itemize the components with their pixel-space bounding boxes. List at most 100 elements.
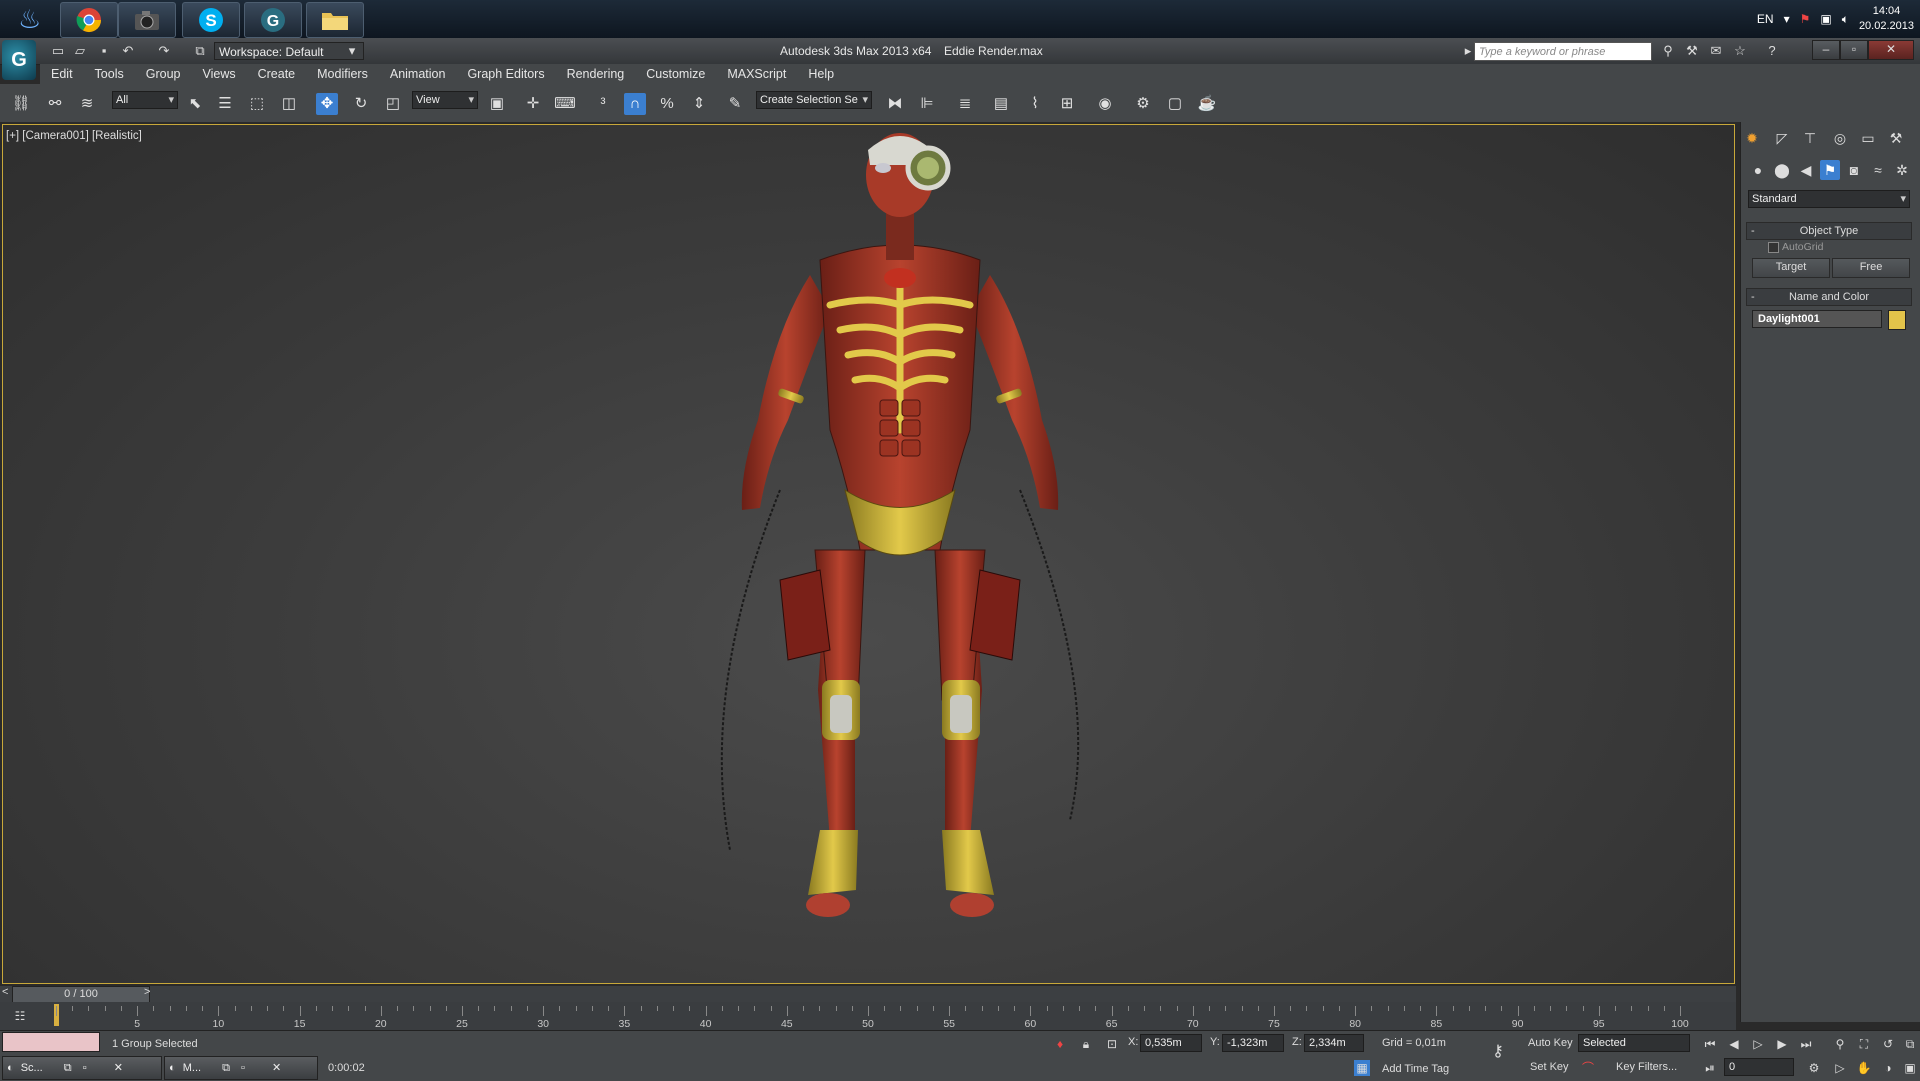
menu-modifiers[interactable]: Modifiers bbox=[306, 64, 379, 84]
select-object-icon[interactable]: ⬉ bbox=[184, 93, 206, 115]
default-in-out-tangents-icon[interactable]: ⌒ bbox=[1580, 1060, 1596, 1076]
set-key-button[interactable]: Set Key bbox=[1530, 1058, 1569, 1076]
binoculars-icon[interactable]: ⚲ bbox=[1660, 43, 1676, 59]
auto-key-button[interactable]: Auto Key bbox=[1528, 1034, 1573, 1052]
bind-space-warp-icon[interactable]: ≋ bbox=[76, 93, 98, 115]
angle-snap-icon[interactable]: ∩ bbox=[624, 93, 646, 115]
go-to-end-icon[interactable]: ⏭︎ bbox=[1798, 1036, 1814, 1052]
select-and-scale-icon[interactable]: ◰ bbox=[382, 93, 404, 115]
folder-icon[interactable] bbox=[306, 2, 364, 38]
select-and-link-icon[interactable]: ⛓ bbox=[10, 93, 32, 115]
mini-curve-editor-icon[interactable]: ☷ bbox=[12, 1008, 28, 1024]
maximize-button[interactable]: ▫ bbox=[1840, 40, 1868, 60]
helpers-category-icon[interactable]: ◙ bbox=[1844, 160, 1864, 180]
graphite-toolset-icon[interactable]: ▤ bbox=[990, 93, 1012, 115]
key-mode-toggle-icon[interactable]: ⏯︎ bbox=[1702, 1060, 1718, 1076]
material-editor-icon[interactable]: ◉ bbox=[1094, 93, 1116, 115]
workspace-dropdown[interactable]: Workspace: Default bbox=[214, 42, 364, 60]
pivot-center-icon[interactable]: ▣ bbox=[486, 93, 508, 115]
go-to-start-icon[interactable]: ⏮︎ bbox=[1702, 1036, 1718, 1052]
reference-coordinate-dropdown[interactable]: View bbox=[412, 91, 478, 109]
object-category-dropdown[interactable]: Standard bbox=[1748, 190, 1910, 208]
subscription-icon[interactable]: ⚒ bbox=[1684, 43, 1700, 59]
motion-tab-icon[interactable]: ◎ bbox=[1830, 128, 1850, 148]
open-file-icon[interactable]: ▱ bbox=[72, 43, 88, 59]
application-button-icon[interactable]: G bbox=[2, 40, 36, 80]
object-type-rollout[interactable]: - Object Type bbox=[1746, 222, 1912, 240]
maximize-icon[interactable]: ▫ bbox=[233, 1062, 245, 1074]
name-and-color-rollout[interactable]: - Name and Color bbox=[1746, 288, 1912, 306]
camera-app-icon[interactable] bbox=[118, 2, 176, 38]
set-key-icon[interactable]: ⚷ bbox=[1490, 1044, 1506, 1060]
tray-chevron-icon[interactable]: ▾ bbox=[1784, 12, 1790, 26]
current-frame-field[interactable]: 0 bbox=[1724, 1058, 1794, 1076]
pan-icon[interactable]: ✋ bbox=[1856, 1060, 1872, 1076]
shapes-category-icon[interactable]: ⬤ bbox=[1772, 160, 1792, 180]
maximize-toggle-icon[interactable]: ▣ bbox=[1902, 1060, 1918, 1076]
menu-edit[interactable]: Edit bbox=[40, 64, 84, 84]
object-color-swatch[interactable] bbox=[1888, 310, 1906, 330]
menu-tools[interactable]: Tools bbox=[84, 64, 135, 84]
maxscript-listener[interactable] bbox=[2, 1032, 100, 1052]
minimized-window-2[interactable]: ◐ M... ⧉ ▫ ✕ bbox=[164, 1056, 318, 1080]
named-selection-dropdown[interactable]: Create Selection Se bbox=[756, 91, 872, 109]
favorites-star-icon[interactable]: ☆ bbox=[1732, 43, 1748, 59]
object-name-field[interactable]: Daylight001 bbox=[1752, 310, 1882, 328]
time-slider-thumb[interactable]: 0 / 100 bbox=[12, 986, 150, 1003]
add-time-tag[interactable]: Add Time Tag bbox=[1382, 1060, 1449, 1078]
keyboard-shortcut-override-icon[interactable]: ⌨ bbox=[554, 93, 576, 115]
menu-help[interactable]: Help bbox=[797, 64, 845, 84]
project-folder-icon[interactable]: ⧉ bbox=[192, 43, 208, 59]
menu-animation[interactable]: Animation bbox=[379, 64, 457, 84]
language-indicator[interactable]: EN bbox=[1757, 12, 1774, 26]
minimized-window-1[interactable]: ◐ Sc... ⧉ ▫ ✕ bbox=[2, 1056, 162, 1080]
close-icon[interactable]: ✕ bbox=[248, 1062, 281, 1074]
time-slider-prev-icon[interactable]: < bbox=[2, 986, 8, 998]
maximize-icon[interactable]: ▫ bbox=[75, 1062, 87, 1074]
3ds-max-icon[interactable]: G bbox=[244, 2, 302, 38]
z-coordinate-field[interactable]: 2,334m bbox=[1304, 1034, 1364, 1052]
menu-views[interactable]: Views bbox=[191, 64, 246, 84]
communication-icon[interactable]: ✉ bbox=[1708, 43, 1724, 59]
start-flame-icon[interactable]: ♨ bbox=[18, 4, 41, 34]
redo-icon[interactable]: ↷ bbox=[156, 43, 172, 59]
y-coordinate-field[interactable]: -1,323m bbox=[1222, 1034, 1284, 1052]
lights-category-icon[interactable]: ◀ bbox=[1796, 160, 1816, 180]
edit-named-selection-icon[interactable]: ✎ bbox=[724, 93, 746, 115]
maximize-viewport-icon[interactable]: ⧉ bbox=[1902, 1036, 1918, 1052]
menu-graph-editors[interactable]: Graph Editors bbox=[456, 64, 555, 84]
target-button[interactable]: Target bbox=[1752, 258, 1830, 278]
restore-icon[interactable]: ⧉ bbox=[46, 1062, 72, 1074]
menu-create[interactable]: Create bbox=[247, 64, 307, 84]
mirror-icon[interactable]: ⧓ bbox=[884, 93, 906, 115]
percent-snap-icon[interactable]: % bbox=[656, 93, 678, 115]
curve-editor-icon[interactable]: ⌇ bbox=[1024, 93, 1046, 115]
x-coordinate-field[interactable]: 0,535m bbox=[1140, 1034, 1202, 1052]
free-button[interactable]: Free bbox=[1832, 258, 1910, 278]
orbit-icon[interactable]: ↺ bbox=[1880, 1036, 1896, 1052]
minimize-button[interactable]: – bbox=[1812, 40, 1840, 60]
play-icon[interactable]: ▷ bbox=[1750, 1036, 1766, 1052]
cameras-category-icon[interactable]: ⚑ bbox=[1820, 160, 1840, 180]
render-setup-icon[interactable]: ⚙ bbox=[1132, 93, 1154, 115]
zoom-icon[interactable]: ⚲ bbox=[1832, 1036, 1848, 1052]
spacewarps-category-icon[interactable]: ≈ bbox=[1868, 160, 1888, 180]
arc-rotate-icon[interactable]: ◑ bbox=[1880, 1060, 1896, 1076]
schematic-view-icon[interactable]: ⊞ bbox=[1056, 93, 1078, 115]
menu-rendering[interactable]: Rendering bbox=[556, 64, 636, 84]
align-icon[interactable]: ⊫ bbox=[916, 93, 938, 115]
previous-frame-icon[interactable]: ◀︎ bbox=[1726, 1036, 1742, 1052]
layer-manager-icon[interactable]: ≣ bbox=[954, 93, 976, 115]
volume-icon[interactable]: 🔈︎ bbox=[1842, 12, 1849, 27]
time-tag-icon[interactable]: ▦ bbox=[1354, 1060, 1370, 1076]
menu-group[interactable]: Group bbox=[135, 64, 192, 84]
rendered-frame-window-icon[interactable]: ▢ bbox=[1164, 93, 1186, 115]
modify-tab-icon[interactable]: ◸ bbox=[1772, 128, 1792, 148]
zoom-all-icon[interactable]: ⛶ bbox=[1856, 1036, 1872, 1052]
search-input[interactable]: Type a keyword or phrase bbox=[1474, 42, 1652, 61]
restore-icon[interactable]: ⧉ bbox=[204, 1062, 230, 1074]
time-configuration-icon[interactable]: ⚙ bbox=[1806, 1060, 1822, 1076]
geometry-category-icon[interactable]: ● bbox=[1748, 160, 1768, 180]
render-production-icon[interactable]: ☕ bbox=[1196, 93, 1218, 115]
select-by-name-icon[interactable]: ☰ bbox=[214, 93, 236, 115]
